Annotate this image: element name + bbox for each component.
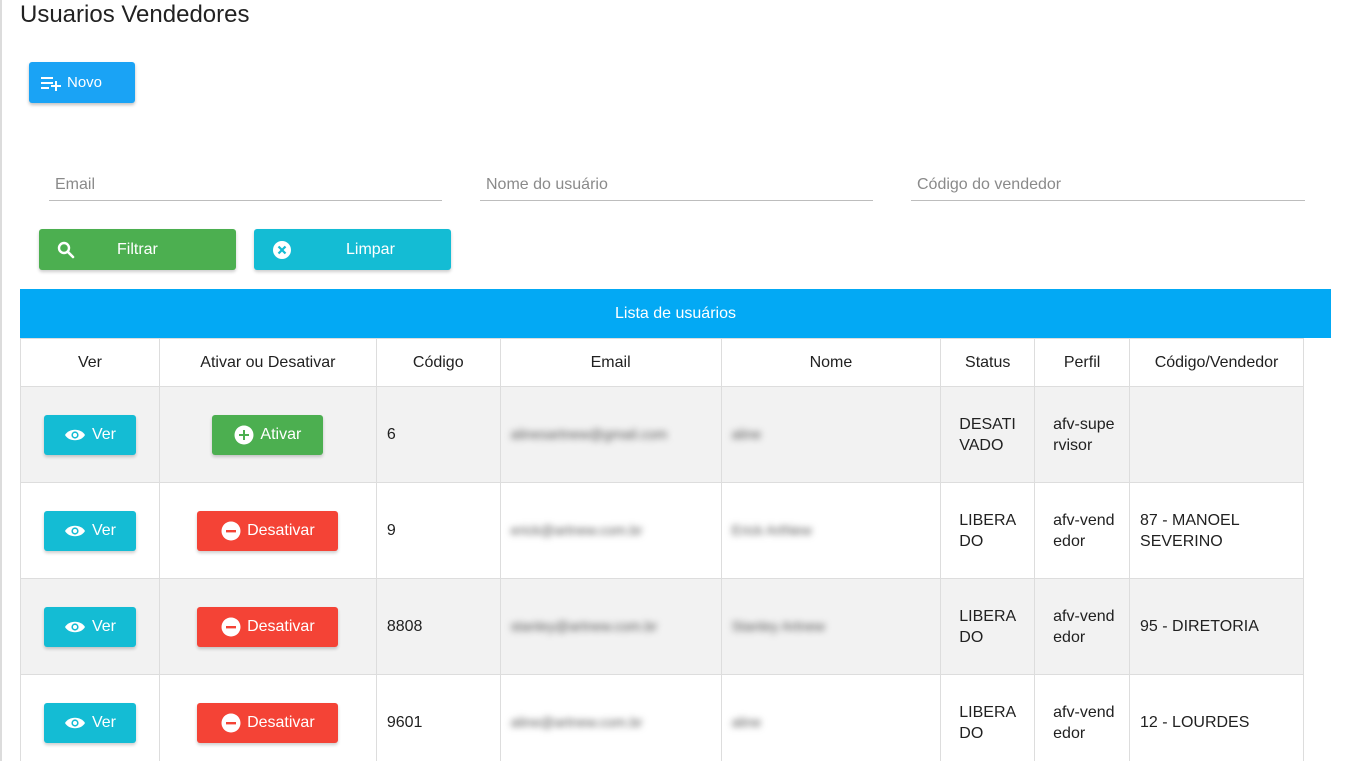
- email-value: alinesartnew@gmail.com: [510, 426, 668, 442]
- view-button[interactable]: Ver: [43, 606, 136, 647]
- code-filter-input[interactable]: [911, 168, 1305, 198]
- email-cell: stanley@artnew.com.br: [499, 578, 722, 675]
- playlist-add-icon: [41, 76, 61, 91]
- name-cell: Erick ArtNew: [720, 482, 942, 579]
- search-icon: [57, 241, 75, 258]
- name-cell: Stanley Artnew: [720, 578, 942, 675]
- eye-icon: [64, 429, 85, 440]
- code-cell: 6: [375, 386, 501, 483]
- vendedor-cell: 87 - MANOEL SEVERINO: [1129, 482, 1304, 579]
- header-name: Nome: [720, 338, 942, 387]
- remove-circle-icon: [221, 521, 241, 540]
- name-filter-input[interactable]: [480, 168, 873, 198]
- email-cell: erick@artnew.com.br: [499, 482, 722, 579]
- deactivate-button[interactable]: Desativar: [197, 510, 339, 551]
- view-button[interactable]: Ver: [43, 414, 136, 455]
- header-vendedor: Código/Vendedor: [1129, 338, 1304, 387]
- perfil-cell: afv-vendedor: [1034, 578, 1131, 675]
- deactivate-button[interactable]: Desativar: [197, 702, 339, 743]
- code-filter-field: [911, 168, 1305, 201]
- email-value: aline@artnew.com.br: [510, 714, 643, 730]
- view-button[interactable]: Ver: [43, 702, 136, 743]
- deactivate-button-label: Desativar: [247, 521, 315, 539]
- filter-button[interactable]: Filtrar: [39, 229, 236, 270]
- vendedor-cell: 95 - DIRETORIA: [1129, 578, 1304, 675]
- view-button-label: Ver: [91, 617, 116, 635]
- status-cell: LIBERADO: [940, 482, 1036, 579]
- name-filter-field: [480, 168, 873, 201]
- code-cell: 8808: [375, 578, 501, 675]
- clear-button-label: Limpar: [346, 240, 395, 258]
- header-perfil: Perfil: [1034, 338, 1131, 387]
- table-row: Ver Desativar 8808 stanley@artnew.com.br…: [20, 578, 1304, 675]
- email-filter-field: [49, 168, 442, 201]
- status-cell: LIBERADO: [940, 674, 1036, 761]
- code-cell: 9: [375, 482, 501, 579]
- header-code: Código: [375, 338, 501, 387]
- table-banner: Lista de usuários: [20, 289, 1331, 338]
- ver-cell: Ver: [20, 674, 160, 761]
- activate-button[interactable]: Ativar: [212, 414, 324, 455]
- view-button[interactable]: Ver: [43, 510, 136, 551]
- name-value: aline: [731, 426, 762, 442]
- perfil-cell: afv-vendedor: [1034, 482, 1131, 579]
- table-header-row: Ver Ativar ou Desativar Código Email Nom…: [20, 338, 1304, 387]
- view-button-label: Ver: [91, 521, 116, 539]
- activate-button-label: Ativar: [260, 425, 302, 443]
- email-cell: alinesartnew@gmail.com: [499, 386, 722, 483]
- cancel-circle-icon: [273, 240, 291, 259]
- ver-cell: Ver: [20, 578, 160, 675]
- filter-button-label: Filtrar: [117, 240, 158, 258]
- vendedor-cell: [1129, 386, 1304, 483]
- left-border: [0, 0, 2, 761]
- email-cell: aline@artnew.com.br: [499, 674, 722, 761]
- remove-circle-icon: [221, 617, 241, 636]
- header-ver: Ver: [20, 338, 160, 387]
- users-table: Ver Ativar ou Desativar Código Email Nom…: [20, 338, 1304, 761]
- view-button-label: Ver: [91, 713, 116, 731]
- header-toggle: Ativar ou Desativar: [158, 338, 377, 387]
- page-title: Usuarios Vendedores: [20, 1, 250, 28]
- perfil-cell: afv-vendedor: [1034, 674, 1131, 761]
- toggle-cell: Desativar: [158, 578, 377, 675]
- remove-circle-icon: [221, 713, 241, 732]
- name-cell: aline: [720, 386, 942, 483]
- name-value: aline: [731, 714, 762, 730]
- view-button-label: Ver: [91, 425, 116, 443]
- name-cell: aline: [720, 674, 942, 761]
- toggle-cell: Ativar: [158, 386, 377, 483]
- ver-cell: Ver: [20, 482, 160, 579]
- name-value: Stanley Artnew: [731, 618, 825, 634]
- deactivate-button[interactable]: Desativar: [197, 606, 339, 647]
- header-email: Email: [499, 338, 722, 387]
- email-value: stanley@artnew.com.br: [510, 618, 658, 634]
- toggle-cell: Desativar: [158, 674, 377, 761]
- clear-button[interactable]: Limpar: [254, 229, 451, 270]
- code-cell: 9601: [375, 674, 501, 761]
- table-row: Ver Ativar 6 alinesartnew@gmail.com alin…: [20, 386, 1304, 483]
- new-button-label: Novo: [67, 74, 103, 91]
- status-cell: DESATIVADO: [940, 386, 1036, 483]
- eye-icon: [64, 525, 85, 536]
- eye-icon: [64, 621, 85, 632]
- name-value: Erick ArtNew: [731, 522, 812, 538]
- header-status: Status: [940, 338, 1036, 387]
- add-circle-icon: [234, 425, 254, 444]
- eye-icon: [64, 717, 85, 728]
- table-row: Ver Desativar 9 erick@artnew.com.br Eric…: [20, 482, 1304, 579]
- ver-cell: Ver: [20, 386, 160, 483]
- table-row: Ver Desativar 9601 aline@artnew.com.br a…: [20, 674, 1304, 761]
- new-button[interactable]: Novo: [29, 62, 135, 103]
- perfil-cell: afv-supervisor: [1034, 386, 1131, 483]
- deactivate-button-label: Desativar: [247, 713, 315, 731]
- toggle-cell: Desativar: [158, 482, 377, 579]
- status-cell: LIBERADO: [940, 578, 1036, 675]
- email-filter-input[interactable]: [49, 168, 442, 198]
- email-value: erick@artnew.com.br: [510, 522, 643, 538]
- vendedor-cell: 12 - LOURDES: [1129, 674, 1304, 761]
- deactivate-button-label: Desativar: [247, 617, 315, 635]
